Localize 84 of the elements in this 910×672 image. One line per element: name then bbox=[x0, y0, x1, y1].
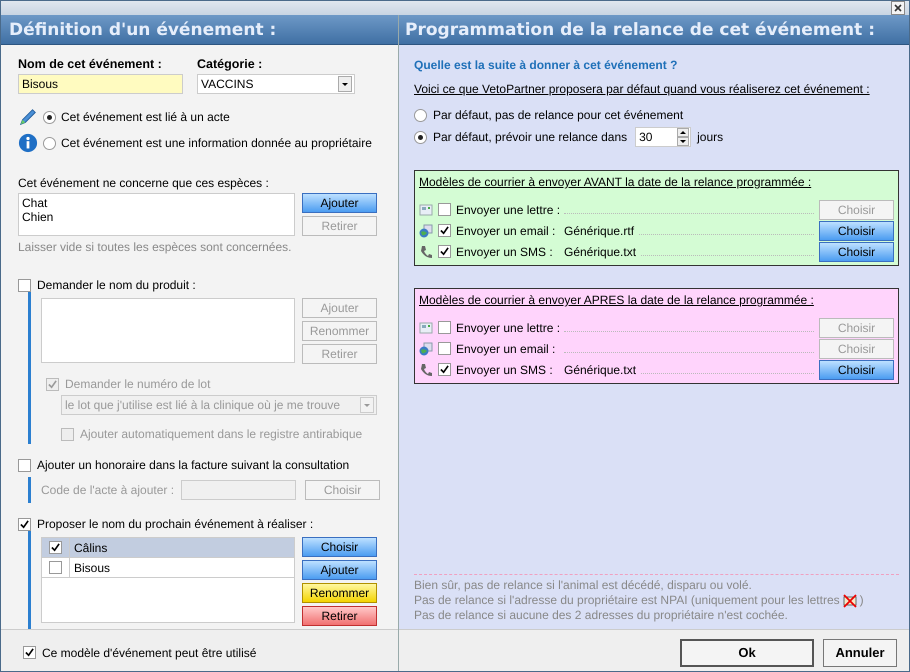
option-label: Par défaut, pas de relance pour cet événement bbox=[433, 108, 684, 122]
pen-icon bbox=[18, 107, 38, 127]
table-row[interactable]: Bisous bbox=[42, 558, 294, 578]
checkbox-label: Ce modèle d'événement peut être utilisé bbox=[42, 646, 256, 660]
button[interactable]: Ajouter bbox=[302, 560, 377, 580]
checkbox-label: Demander le numéro de lot bbox=[65, 377, 210, 391]
checkbox-label: Envoyer une lettre : bbox=[456, 320, 559, 334]
globe-mail-icon bbox=[419, 224, 433, 238]
field-label: Catégorie : bbox=[197, 57, 264, 71]
table-row[interactable]: Câlins bbox=[42, 538, 294, 558]
checkbox-label: Envoyer un email : bbox=[456, 342, 556, 356]
dialog-button[interactable]: Annuler bbox=[823, 638, 897, 666]
checkbox[interactable] bbox=[438, 203, 451, 216]
option-label: Par défaut, prévoir une relance dans bbox=[433, 130, 628, 144]
button[interactable]: Renommer bbox=[302, 583, 377, 603]
table-cell-text: Bisous bbox=[73, 560, 110, 576]
checkbox-label: Envoyer une lettre : bbox=[456, 202, 559, 216]
checkbox[interactable] bbox=[49, 561, 62, 574]
info-icon bbox=[18, 133, 38, 153]
file-name: Générique.txt bbox=[564, 244, 636, 258]
dialog-button[interactable]: Ok bbox=[680, 638, 814, 666]
spin-arrows-icon[interactable] bbox=[677, 128, 690, 146]
radio-button[interactable] bbox=[414, 108, 427, 122]
checkbox[interactable] bbox=[18, 278, 31, 292]
species-list[interactable]: Chat Chien bbox=[18, 193, 295, 236]
button[interactable]: Choisir bbox=[819, 242, 894, 262]
checkbox-label: Proposer le nom du prochain événement à réaliser : bbox=[37, 517, 314, 531]
checkbox[interactable] bbox=[438, 224, 451, 237]
letter-icon bbox=[419, 202, 433, 216]
file-name: Générique.txt bbox=[564, 362, 636, 376]
question-heading: Quelle est la suite à donner à cet événement ? bbox=[414, 58, 678, 72]
file-name: Générique.rtf bbox=[564, 224, 634, 238]
checkbox-label: Ajouter un honoraire dans la facture suivant la consultation bbox=[37, 458, 350, 472]
list-item[interactable]: Chat bbox=[22, 196, 291, 210]
button[interactable]: Choisir bbox=[819, 360, 894, 380]
globe-mail-icon bbox=[419, 342, 433, 356]
checkbox-label: Envoyer un SMS : bbox=[456, 362, 554, 376]
box-title: Modèles de courrier à envoyer APRES la date de la relance programmée : bbox=[419, 293, 815, 307]
note-text: Pas de relance si aucune des 2 adresses du propriétaire n'est cochée. bbox=[414, 608, 788, 623]
table-cell-text: Câlins bbox=[73, 540, 108, 556]
button[interactable]: Ajouter bbox=[302, 193, 377, 213]
radio-button[interactable] bbox=[43, 110, 56, 124]
code-field[interactable] bbox=[181, 480, 296, 500]
crossed-letter-icon bbox=[842, 594, 857, 608]
list-item[interactable]: Chien bbox=[22, 210, 291, 224]
checkbox-label: Envoyer un email : bbox=[456, 224, 556, 238]
checkbox[interactable] bbox=[49, 541, 62, 554]
close-icon[interactable] bbox=[891, 1, 905, 15]
name-field[interactable]: Bisous bbox=[18, 74, 183, 94]
note-text: Pas de relance si l'adresse du propriétaire est NPAI (uniquement pour les lettres bbox=[414, 593, 840, 608]
unit-label: jours bbox=[697, 130, 724, 144]
product-list[interactable] bbox=[41, 298, 295, 363]
radio-button[interactable] bbox=[43, 136, 56, 150]
radio-button[interactable] bbox=[414, 130, 427, 144]
days-spinbox[interactable]: 30 bbox=[635, 127, 692, 147]
checkbox-label: Demander le nom du produit : bbox=[37, 278, 196, 292]
letter-icon bbox=[419, 320, 433, 334]
option-label: Cet événement est lié à un acte bbox=[61, 110, 230, 124]
phone-icon bbox=[419, 244, 433, 258]
category-dropdown[interactable]: VACCINS bbox=[197, 74, 355, 94]
button[interactable]: Choisir bbox=[819, 220, 894, 240]
checkbox[interactable] bbox=[438, 321, 451, 334]
panel-title: Programmation de la relance de cet événement : bbox=[405, 20, 876, 40]
checkbox[interactable] bbox=[438, 342, 451, 355]
option-label: Cet événement est une information donnée au propriétaire bbox=[61, 136, 372, 150]
field-label: Code de l'acte à ajouter : bbox=[41, 483, 174, 497]
intro-text: Voici ce que VetoPartner proposera par défaut quand vous réaliserez cet événement : bbox=[414, 82, 871, 96]
panel-title: Définition d'un événement : bbox=[9, 20, 276, 40]
field-label: Nom de cet événement : bbox=[18, 57, 163, 71]
checkbox[interactable] bbox=[18, 458, 31, 472]
checkbox-label: Ajouter automatiquement dans le registre antirabique bbox=[80, 427, 362, 441]
section-label: Cet événement ne concerne que ces espèces : bbox=[18, 176, 270, 190]
checkbox-label: Envoyer un SMS : bbox=[456, 244, 554, 258]
checkbox[interactable] bbox=[438, 245, 451, 258]
note-text: ) bbox=[860, 593, 864, 608]
checkbox[interactable] bbox=[18, 518, 31, 530]
phone-icon bbox=[419, 362, 433, 376]
box-title: Modèles de courrier à envoyer AVANT la date de la relance programmée : bbox=[419, 175, 812, 189]
checkbox[interactable] bbox=[23, 646, 36, 659]
checkbox[interactable] bbox=[438, 363, 451, 376]
button[interactable]: Choisir bbox=[302, 537, 377, 557]
note-text: Bien sûr, pas de relance si l'animal est décédé, disparu ou volé. bbox=[414, 578, 752, 593]
button[interactable]: Retirer bbox=[302, 606, 377, 626]
hint-text: Laisser vide si toutes les espèces sont concernées. bbox=[18, 240, 292, 254]
